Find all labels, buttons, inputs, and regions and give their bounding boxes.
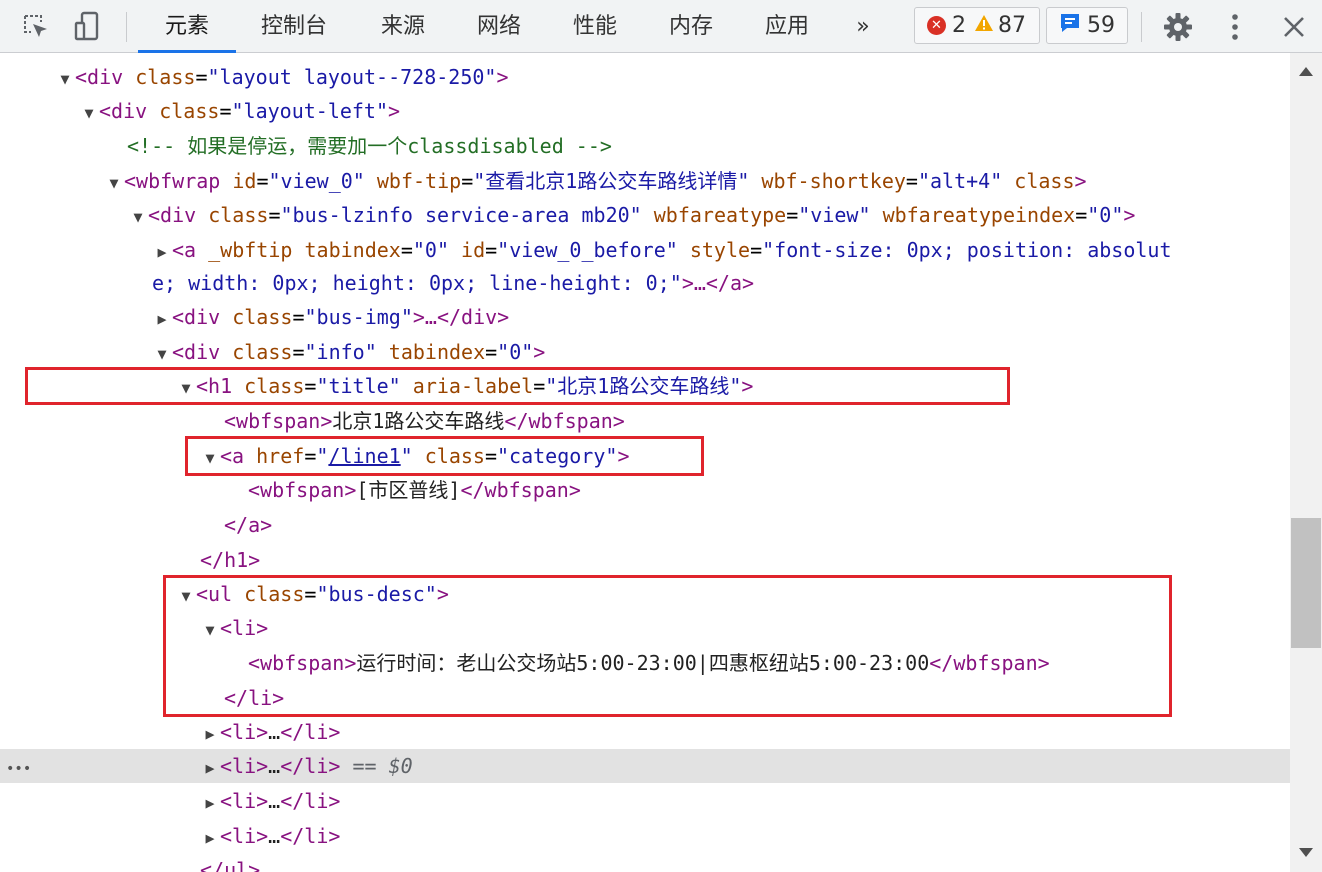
tab-console[interactable]: 控制台 bbox=[246, 0, 342, 53]
dom-node-wbfspan-title[interactable]: <wbfspan>北京1路公交车路线</wbfspan> bbox=[224, 404, 1290, 438]
more-options-kebab-icon[interactable] bbox=[1219, 11, 1251, 43]
scrollbar-thumb[interactable] bbox=[1291, 518, 1321, 648]
warning-count: 87 bbox=[998, 13, 1026, 38]
expand-triangle-icon[interactable]: ▶ bbox=[200, 821, 220, 855]
dom-node-li-collapsed[interactable]: ▶ <li>…</li> bbox=[200, 784, 1290, 818]
devtools-toolbar: 元素 控制台 来源 网络 性能 内存 应用 » ✕ 2 87 59 bbox=[0, 0, 1322, 53]
dom-node-div-layout[interactable]: ▼ <div class="layout layout--728-250"> bbox=[55, 60, 1290, 94]
dom-node-a-view-before[interactable]: ▶ <a _wbftip tabindex="0" id="view_0_befo… bbox=[152, 233, 1290, 267]
elements-dom-tree: ▼ <div class="layout layout--728-250"> ▼ <… bbox=[0, 53, 1290, 872]
vertical-scrollbar[interactable] bbox=[1290, 53, 1322, 872]
device-toolbar-icon[interactable] bbox=[72, 11, 104, 43]
dom-node-div-bus-lzinfo[interactable]: ▼ <div class="bus-lzinfo service-area mb2… bbox=[128, 198, 1290, 232]
toolbar-divider bbox=[126, 12, 127, 42]
more-tabs-chevron-icon[interactable]: » bbox=[846, 0, 880, 53]
dom-node-div-layout-left[interactable]: ▼ <div class="layout-left"> bbox=[79, 94, 1290, 128]
message-icon bbox=[1059, 12, 1081, 40]
collapse-triangle-icon[interactable]: ▼ bbox=[128, 200, 148, 234]
message-count: 59 bbox=[1087, 13, 1115, 38]
messages-counter[interactable]: 59 bbox=[1046, 7, 1128, 44]
inspect-element-icon[interactable] bbox=[20, 11, 52, 43]
dom-node-a-view-before-wrapped[interactable]: e; width: 0px; height: 0px; line-height:… bbox=[152, 266, 1290, 300]
expand-triangle-icon[interactable]: ▶ bbox=[152, 235, 172, 269]
expand-triangle-icon[interactable]: ▶ bbox=[200, 751, 220, 785]
dom-node-li-close[interactable]: </li> bbox=[224, 681, 1290, 715]
dom-node-div-bus-img[interactable]: ▶ <div class="bus-img">…</div> bbox=[152, 300, 1290, 334]
dom-node-div-info[interactable]: ▼ <div class="info" tabindex="0"> bbox=[152, 335, 1290, 369]
expand-triangle-icon[interactable]: ▶ bbox=[200, 786, 220, 820]
tab-sources[interactable]: 来源 bbox=[360, 0, 446, 53]
tab-memory[interactable]: 内存 bbox=[648, 0, 734, 53]
issues-counter[interactable]: ✕ 2 87 bbox=[914, 7, 1040, 44]
dom-node-wbfwrap[interactable]: ▼ <wbfwrap id="view_0" wbf-tip="查看北京1路公交车… bbox=[104, 164, 1290, 198]
error-count: 2 bbox=[952, 13, 966, 38]
scroll-down-arrow-icon[interactable] bbox=[1299, 848, 1313, 857]
collapse-triangle-icon[interactable]: ▼ bbox=[55, 62, 75, 96]
collapse-triangle-icon[interactable]: ▼ bbox=[200, 441, 220, 475]
dom-node-li-selected[interactable]: ••• ▶ <li>…</li> == $0 bbox=[0, 749, 1290, 783]
collapse-triangle-icon[interactable]: ▼ bbox=[152, 337, 172, 371]
collapse-triangle-icon[interactable]: ▼ bbox=[200, 613, 220, 647]
expand-triangle-icon[interactable]: ▶ bbox=[152, 302, 172, 336]
dom-node-h1-title[interactable]: ▼ <h1 class="title" aria-label="北京1路公交车路线… bbox=[176, 369, 1290, 403]
dom-node-a-category[interactable]: ▼ <a href="/line1" class="category"> bbox=[200, 439, 1290, 473]
href-link[interactable]: /line1 bbox=[328, 444, 400, 468]
dom-node-wbfspan-schedule[interactable]: <wbfspan>运行时间：老山公交场站5:00-23:00|四惠枢纽站5:00… bbox=[248, 646, 1290, 680]
close-icon[interactable] bbox=[1278, 11, 1310, 43]
toolbar-divider bbox=[1141, 12, 1142, 42]
error-icon: ✕ bbox=[927, 16, 946, 35]
tab-network[interactable]: 网络 bbox=[456, 0, 542, 53]
tab-elements[interactable]: 元素 bbox=[138, 0, 236, 53]
expand-triangle-icon[interactable]: ▶ bbox=[200, 717, 220, 751]
dom-node-a-close[interactable]: </a> bbox=[224, 508, 1290, 542]
dom-node-wbfspan-category[interactable]: <wbfspan>[市区普线]</wbfspan> bbox=[248, 473, 1290, 507]
scroll-up-arrow-icon[interactable] bbox=[1299, 67, 1313, 76]
gear-icon[interactable] bbox=[1162, 11, 1194, 43]
dom-node-h1-close[interactable]: </h1> bbox=[200, 543, 1290, 577]
dom-node-li-collapsed[interactable]: ▶ <li>…</li> bbox=[200, 715, 1290, 749]
tab-application[interactable]: 应用 bbox=[744, 0, 830, 53]
collapse-triangle-icon[interactable]: ▼ bbox=[176, 579, 196, 613]
selected-node-marker: == $0 bbox=[352, 754, 413, 778]
collapse-triangle-icon[interactable]: ▼ bbox=[176, 371, 196, 405]
dom-node-ul-close[interactable]: </ul> bbox=[200, 853, 1290, 872]
dom-node-li-collapsed[interactable]: ▶ <li>…</li> bbox=[200, 819, 1290, 853]
collapse-triangle-icon[interactable]: ▼ bbox=[79, 96, 99, 130]
dom-comment-node[interactable]: <!-- 如果是停运，需要加一个classdisabled --> bbox=[127, 129, 1290, 163]
tab-performance[interactable]: 性能 bbox=[552, 0, 638, 53]
dom-node-ul-bus-desc[interactable]: ▼ <ul class="bus-desc"> bbox=[176, 577, 1290, 611]
dom-node-li-open[interactable]: ▼ <li> bbox=[200, 611, 1290, 645]
warning-icon bbox=[974, 13, 994, 38]
collapse-triangle-icon[interactable]: ▼ bbox=[104, 166, 124, 200]
row-options-dots-icon[interactable]: ••• bbox=[0, 752, 200, 786]
